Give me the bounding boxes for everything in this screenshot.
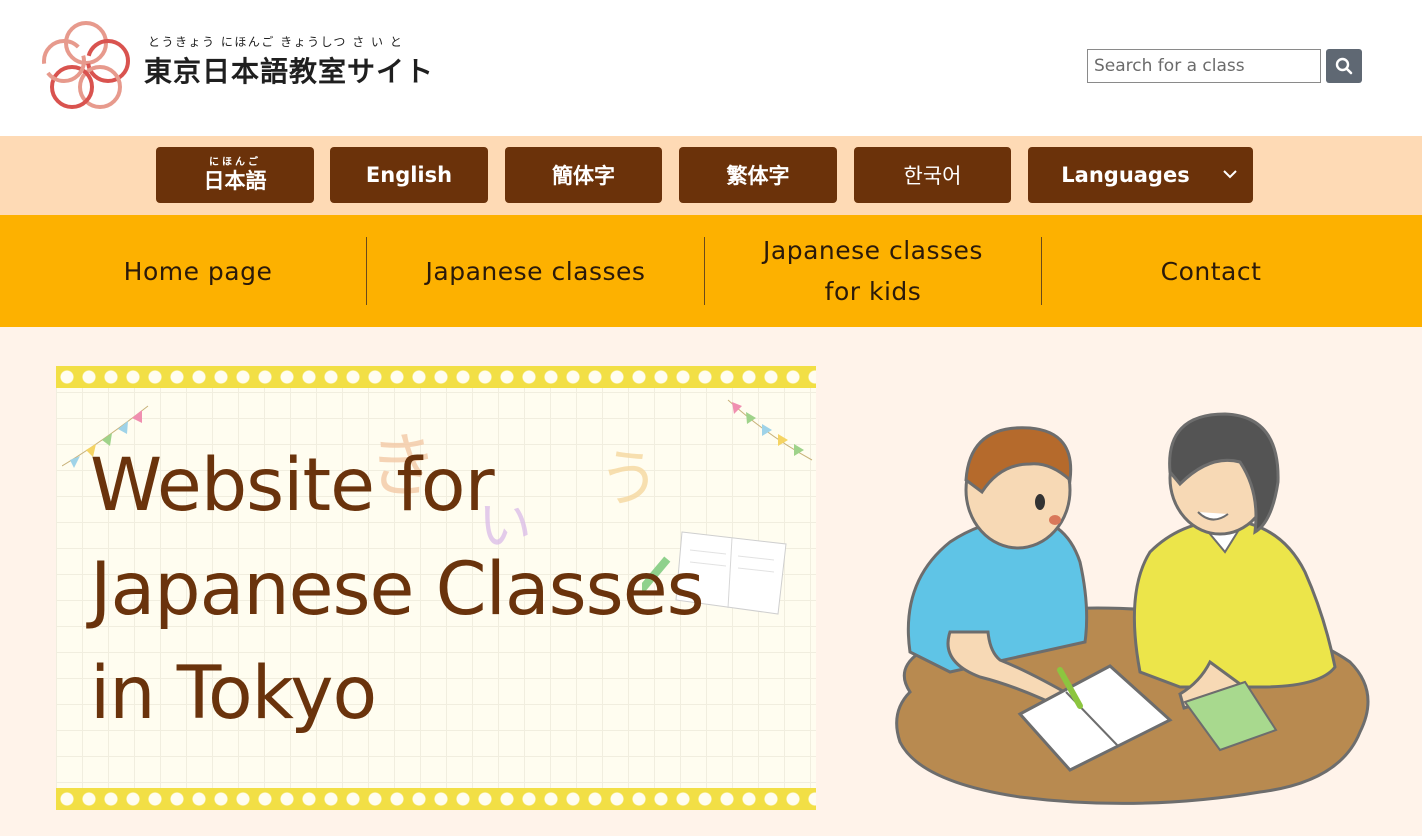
lang-japanese-label: 日本語	[203, 169, 267, 193]
lang-english-label: English	[365, 163, 453, 187]
search-input[interactable]	[1087, 49, 1321, 83]
nav-home[interactable]: Home page	[30, 215, 366, 327]
search-button[interactable]	[1326, 49, 1362, 83]
hero-border-top	[56, 366, 816, 388]
lang-button-simplified-chinese[interactable]: 簡体字	[505, 147, 662, 203]
nav-japanese-classes[interactable]: Japanese classes	[367, 215, 704, 327]
lang-traditional-label: 繁体字	[726, 164, 790, 188]
languages-dropdown[interactable]: Languages	[1028, 147, 1253, 203]
nav-home-label: Home page	[123, 256, 273, 286]
site-header: とうきょう にほんご きょうしつ さ い と 東京日本語教室サイト	[0, 0, 1422, 136]
search-icon	[1335, 57, 1353, 75]
hero-border-bottom	[56, 788, 816, 810]
lang-button-japanese[interactable]: にほんご 日本語	[156, 147, 314, 203]
hero-title-line1: Website for	[90, 443, 495, 528]
hero-title: Website for Japanese Classes in Tokyo	[90, 434, 810, 746]
hero-title-line2: Japanese Classes	[90, 547, 705, 632]
lang-korean-label: 한국어	[903, 164, 962, 188]
main-navigation: Home page Japanese classes Japanese clas…	[0, 215, 1422, 327]
lang-japanese-ruby: にほんご	[209, 157, 261, 168]
lang-button-korean[interactable]: 한국어	[854, 147, 1011, 203]
lang-button-english[interactable]: English	[330, 147, 488, 203]
nav-contact-label: Contact	[1160, 256, 1262, 286]
chevron-down-icon	[1223, 170, 1237, 179]
lang-button-traditional-chinese[interactable]: 繁体字	[679, 147, 837, 203]
logo-title[interactable]: 東京日本語教室サイト	[144, 50, 434, 90]
logo-flower-icon[interactable]	[38, 17, 134, 113]
hero-title-line3: in Tokyo	[90, 651, 377, 736]
hero-banner: き う い Website for Japanese Classes in To…	[56, 366, 816, 810]
nav-japanese-classes-kids[interactable]: Japanese classes for kids	[705, 215, 1041, 327]
nav-kids-label-line1: Japanese classes	[763, 236, 983, 265]
logo-ruby-text: とうきょう にほんご きょうしつ さ い と	[148, 35, 404, 49]
languages-dropdown-label: Languages	[1061, 163, 1190, 187]
nav-contact[interactable]: Contact	[1042, 215, 1380, 327]
nav-japanese-classes-label: Japanese classes	[425, 256, 646, 286]
language-bar: にほんご 日本語 English 簡体字 繁体字 한국어 Languages	[0, 136, 1422, 215]
nav-kids-label-line2: for kids	[824, 277, 922, 306]
lang-simplified-label: 簡体字	[552, 164, 615, 188]
students-studying-illustration	[895, 412, 1370, 805]
